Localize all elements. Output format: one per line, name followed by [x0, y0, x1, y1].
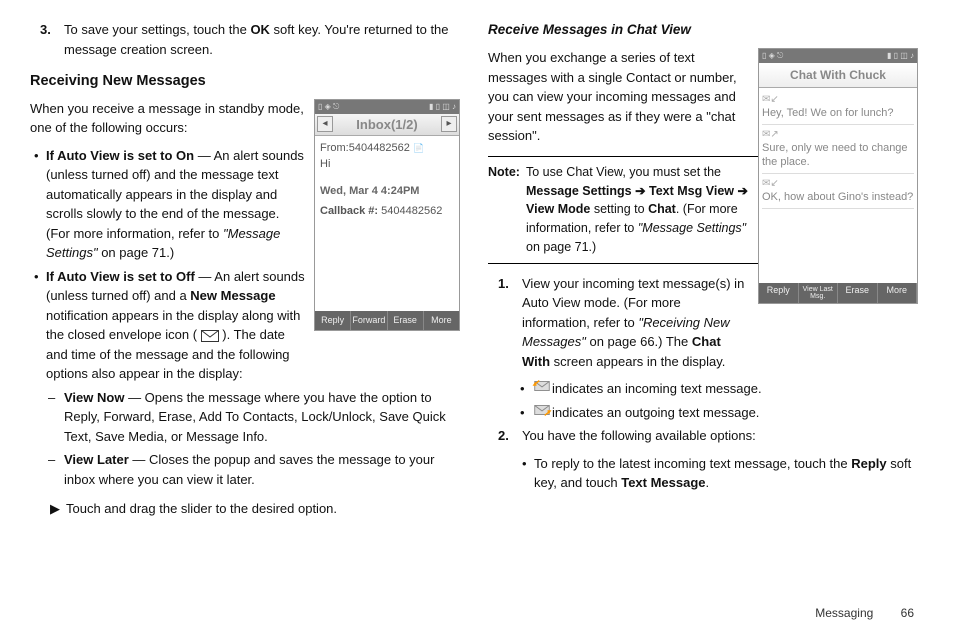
- softkey-bar: Reply View Last Msg. Erase More: [759, 283, 917, 303]
- footer-page: 66: [901, 606, 914, 620]
- nav-left-icon: ◂: [317, 116, 333, 132]
- incoming-icon: ✉↙: [762, 176, 914, 191]
- page-footer: Messaging 66: [815, 604, 914, 622]
- heading-receive-chat-view: Receive Messages in Chat View: [488, 20, 918, 40]
- incoming-envelope-icon: [532, 379, 552, 393]
- bullet-outgoing-icon: • indicates an outgoing text message.: [520, 403, 918, 423]
- bullet-auto-view-on: • If Auto View is set to On — An alert s…: [34, 146, 306, 263]
- nav-right-icon: ▸: [441, 116, 457, 132]
- outgoing-envelope-icon: [532, 403, 552, 417]
- sub-view-now: – View Now — Opens the message where you…: [48, 388, 460, 447]
- chat-msg-1: ✉↙ Hey, Ted! We on for lunch?: [762, 90, 914, 125]
- phone-body: From:5404482562 📄 Hi Wed, Mar 4 4:24PM C…: [315, 136, 459, 311]
- softkey-reply: Reply: [315, 311, 351, 331]
- callback-line: Callback #: 5404482562: [320, 203, 454, 220]
- phone-status-bar: ▯ ◈ ⎋▮ ▯ ◫ ♪: [759, 49, 917, 63]
- chat-body: ✉↙ Hey, Ted! We on for lunch? ✉↗ Sure, o…: [759, 88, 917, 283]
- slider-instruction: ▶ Touch and drag the slider to the desir…: [46, 499, 460, 519]
- phone-title: Inbox(1/2): [335, 115, 439, 135]
- softkey-more: More: [878, 283, 918, 303]
- footer-section: Messaging: [815, 606, 873, 620]
- incoming-icon: ✉↙: [762, 92, 914, 107]
- step-1: 1. View your incoming text message(s) in…: [488, 274, 750, 372]
- chat-title: Chat With Chuck: [759, 63, 917, 88]
- step-number: 2.: [488, 426, 522, 446]
- message-date: Wed, Mar 4 4:24PM: [320, 183, 454, 200]
- outgoing-icon: ✉↗: [762, 127, 914, 142]
- phone-screenshot-inbox: ▯ ◈ ⎋▮ ▯ ◫ ♪ ◂ Inbox(1/2) ▸ From:5404482…: [314, 99, 460, 332]
- bullet-auto-view-off: • If Auto View is set to Off — An alert …: [34, 267, 306, 384]
- step-2: 2. You have the following available opti…: [488, 426, 918, 446]
- right-column: Receive Messages in Chat View ▯ ◈ ⎋▮ ▯ ◫…: [488, 20, 918, 527]
- softkey-erase: Erase: [388, 311, 424, 331]
- sub-view-later: – View Later — Closes the popup and save…: [48, 450, 460, 489]
- step-3: 3. To save your settings, touch the OK s…: [30, 20, 460, 59]
- step-number: 1.: [488, 274, 522, 372]
- chat-msg-2: ✉↗ Sure, only we need to change the plac…: [762, 125, 914, 173]
- from-line: From:5404482562 📄: [320, 140, 454, 157]
- softkey-view-last: View Last Msg.: [799, 283, 839, 303]
- softkey-erase: Erase: [838, 283, 878, 303]
- softkey-bar: Reply Forward Erase More: [315, 311, 459, 331]
- bullet-incoming-icon: • indicates an incoming text message.: [520, 379, 918, 399]
- triangle-icon: ▶: [46, 499, 66, 519]
- step-text: To save your settings, touch the OK soft…: [64, 20, 460, 59]
- note-label: Note:: [488, 163, 526, 257]
- phone-screenshot-chat: ▯ ◈ ⎋▮ ▯ ◫ ♪ Chat With Chuck ✉↙ Hey, Ted…: [758, 48, 918, 304]
- softkey-reply: Reply: [759, 283, 799, 303]
- chat-msg-3: ✉↙ OK, how about Gino's instead?: [762, 174, 914, 209]
- bullet-reply-option: • To reply to the latest incoming text m…: [522, 454, 918, 493]
- phone-status-bar: ▯ ◈ ⎋▮ ▯ ◫ ♪: [315, 100, 459, 114]
- envelope-icon: [201, 330, 219, 342]
- message-text: Hi: [320, 156, 454, 173]
- softkey-forward: Forward: [351, 311, 387, 331]
- note-text: To use Chat View, you must set the Messa…: [526, 163, 750, 257]
- heading-receiving-new-messages: Receiving New Messages: [30, 71, 460, 93]
- softkey-more: More: [424, 311, 459, 331]
- step-number: 3.: [30, 20, 64, 59]
- phone-title-row: ◂ Inbox(1/2) ▸: [315, 114, 459, 136]
- left-column: 3. To save your settings, touch the OK s…: [30, 20, 460, 527]
